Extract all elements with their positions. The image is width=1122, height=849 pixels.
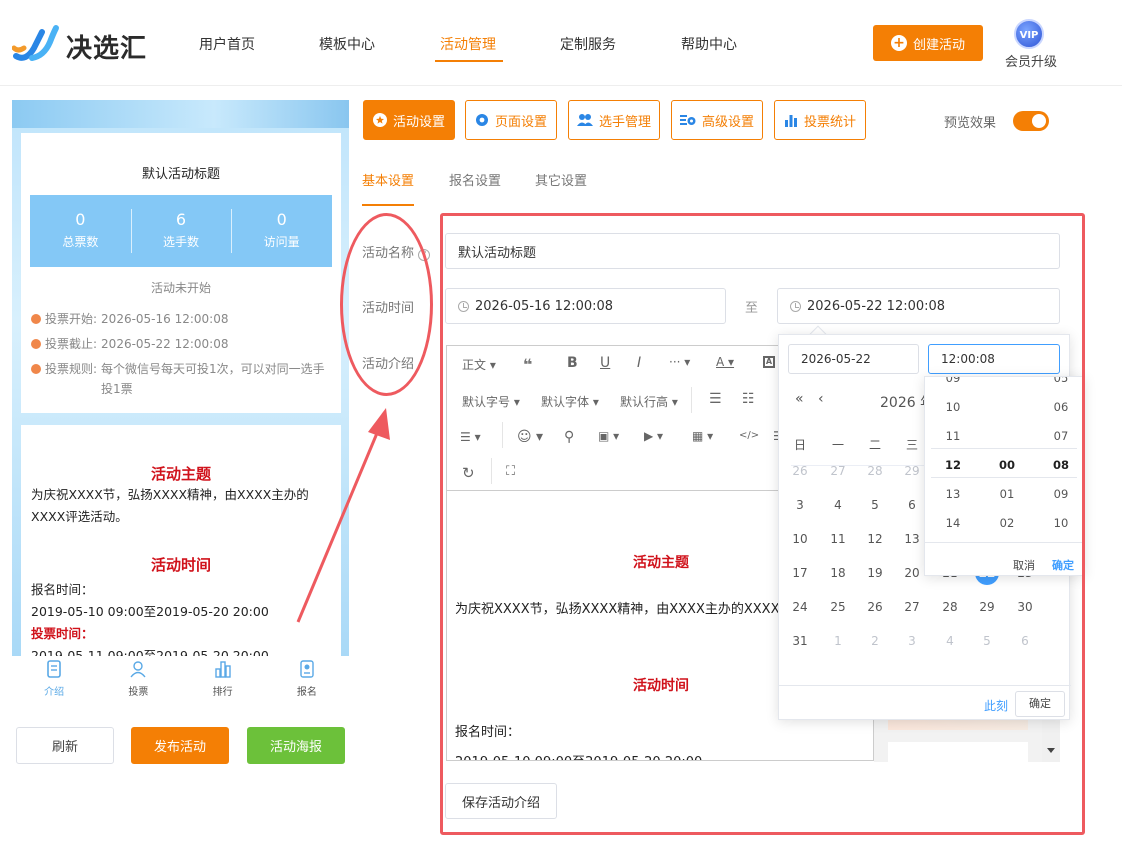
- tab-ranking[interactable]: 排行: [181, 656, 265, 704]
- subtab-active-indicator: [362, 204, 414, 206]
- tab-label: 介绍: [44, 687, 65, 698]
- info-value: 2026-05-22 12:00:08: [101, 337, 229, 351]
- logo-icon[interactable]: [12, 22, 62, 64]
- vote-rule-line: 投票规则: 每个微信号每天可投1次，可以对同一选手投1票: [31, 359, 331, 399]
- stat-visits: 0 访问量: [231, 195, 332, 267]
- info-value: 每个微信号每天可投1次，可以对同一选手投1票: [101, 362, 325, 396]
- preview-banner: [12, 100, 349, 128]
- nav-help[interactable]: 帮助中心: [681, 34, 737, 54]
- stat-label: 选手数: [163, 235, 200, 249]
- nav-home[interactable]: 用户首页: [199, 34, 255, 54]
- highlight-frame: [440, 213, 1085, 835]
- logo-text[interactable]: 决选汇: [66, 28, 147, 65]
- bar-chart-icon: [784, 115, 797, 127]
- annotation-arrow-icon: [296, 408, 390, 623]
- preview-activity-title: 默认活动标题: [141, 167, 220, 182]
- activity-status: 活动未开始: [150, 281, 211, 295]
- tab-label: 投票: [128, 687, 149, 698]
- publish-activity-button[interactable]: 发布活动: [131, 727, 229, 764]
- stat-contestants: 6 选手数: [130, 195, 232, 267]
- contestant-management-button[interactable]: 选手管理: [568, 100, 660, 140]
- stat-label: 总票数: [62, 235, 99, 249]
- tool-label: 投票统计: [803, 114, 856, 130]
- plus-icon: +: [890, 35, 907, 51]
- stat-number: 6: [175, 210, 187, 229]
- bullet-icon: [31, 339, 41, 349]
- highlight-ellipse: [340, 213, 433, 396]
- preview-bottom-tabs: 介绍 投票 排行 报名: [12, 656, 349, 704]
- nav-templates[interactable]: 模板中心: [319, 34, 375, 54]
- nav-activity-management[interactable]: 活动管理: [440, 34, 496, 54]
- activity-summary-card: 默认活动标题 0 总票数 6 选手数 0 访问量 活动未开始 投票开始: 202…: [21, 133, 341, 413]
- create-activity-button[interactable]: + 创建活动: [873, 25, 983, 61]
- tab-vote[interactable]: 投票: [96, 656, 180, 704]
- refresh-button[interactable]: 刷新: [16, 727, 114, 764]
- sliders-gear-icon: [679, 115, 696, 125]
- gear-icon: [475, 114, 488, 126]
- preview-effect-toggle[interactable]: [1013, 111, 1049, 131]
- vip-badge-icon[interactable]: VIP: [1014, 19, 1044, 49]
- member-upgrade-link[interactable]: 会员升级: [1005, 51, 1057, 70]
- info-value: 2026-05-16 12:00:08: [101, 312, 229, 326]
- tab-signup-settings[interactable]: 报名设置: [449, 170, 501, 189]
- vote-statistics-button[interactable]: 投票统计: [774, 100, 866, 140]
- info-label: 投票规则:: [45, 362, 98, 376]
- bullet-icon: [31, 314, 41, 324]
- users-icon: [576, 114, 593, 126]
- advanced-settings-button[interactable]: 高级设置: [671, 100, 763, 140]
- content-reg-label: 报名时间：: [31, 582, 94, 597]
- tool-label: 页面设置: [494, 114, 547, 130]
- stat-total-votes: 0 总票数: [30, 195, 131, 267]
- tab-label: 报名: [296, 687, 317, 698]
- tab-intro[interactable]: 介绍: [12, 656, 96, 704]
- info-label: 投票截止:: [45, 337, 98, 351]
- tool-label: 高级设置: [701, 114, 754, 130]
- signup-form-icon: [300, 660, 314, 678]
- tab-basic-settings[interactable]: 基本设置: [362, 170, 414, 189]
- content-vote-value: 2019-05-11 09:00至2019-05-20 20:00: [31, 648, 269, 656]
- content-vote-label: 投票时间：: [31, 626, 94, 641]
- activity-settings-button[interactable]: 活动设置: [363, 100, 455, 140]
- stat-number: 0: [276, 210, 287, 229]
- activity-poster-button[interactable]: 活动海报: [247, 727, 345, 764]
- bar-chart-icon: [214, 661, 231, 678]
- stat-number: 0: [75, 210, 86, 229]
- content-theme-heading: 活动主题: [150, 465, 211, 483]
- tool-label: 选手管理: [598, 114, 651, 130]
- top-header: 决选汇 用户首页 模板中心 活动管理 定制服务 帮助中心 + 创建活动 VIP …: [0, 0, 1122, 86]
- tab-signup[interactable]: 报名: [265, 656, 349, 704]
- page-settings-button[interactable]: 页面设置: [465, 100, 557, 140]
- content-time-heading: 活动时间: [150, 556, 211, 574]
- content-reg-value: 2019-05-10 09:00至2019-05-20 20:00: [31, 604, 269, 619]
- star-circle-icon: [372, 113, 387, 127]
- nav-active-indicator: [435, 60, 503, 62]
- vote-start-line: 投票开始: 2026-05-16 12:00:08: [31, 309, 229, 329]
- preview-effect-label: 预览效果: [944, 116, 997, 131]
- create-activity-label: 创建活动: [912, 37, 965, 53]
- user-icon: [130, 661, 146, 678]
- tab-label: 排行: [212, 687, 233, 698]
- bullet-icon: [31, 364, 41, 374]
- content-theme-text: 为庆祝XXXX节，弘扬XXXX精神，由XXXX主办的XXXX评选活动。: [31, 487, 309, 524]
- info-label: 投票开始:: [45, 312, 98, 326]
- document-icon: [47, 660, 61, 678]
- stat-label: 访问量: [263, 235, 300, 249]
- nav-custom-service[interactable]: 定制服务: [560, 34, 616, 54]
- vote-end-line: 投票截止: 2026-05-22 12:00:08: [31, 334, 229, 354]
- stats-panel: 0 总票数 6 选手数 0 访问量: [30, 195, 332, 267]
- tab-other-settings[interactable]: 其它设置: [535, 170, 587, 189]
- tool-label: 活动设置: [392, 114, 445, 130]
